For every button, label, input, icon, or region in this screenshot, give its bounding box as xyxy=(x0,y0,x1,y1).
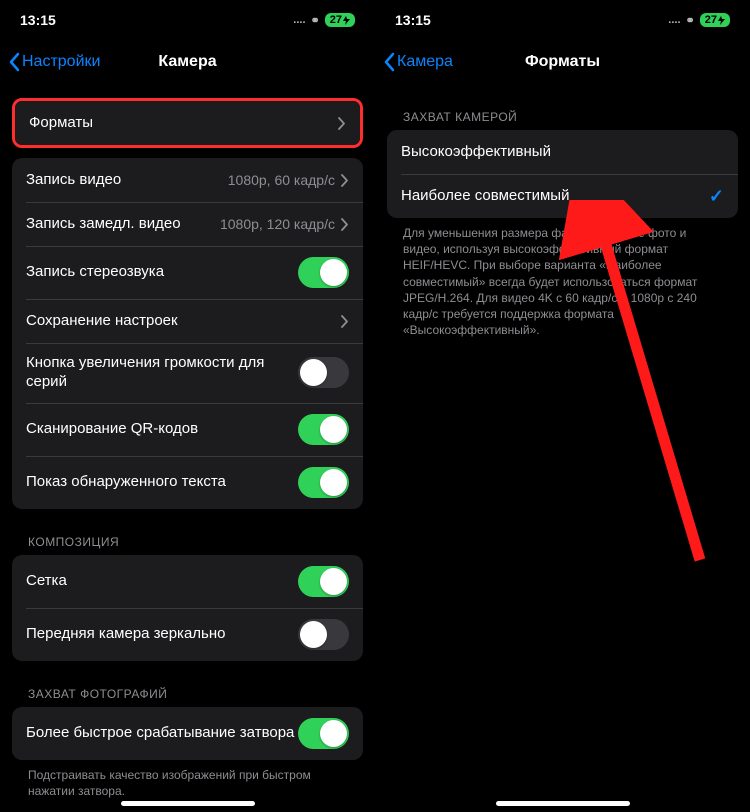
screen-camera-settings: 13:15 .... ⚭ 27 Настройки Камера Форматы… xyxy=(0,0,375,812)
section-footer-capture: Для уменьшения размера файла снимайте фо… xyxy=(375,218,750,338)
row-label: Запись стереозвука xyxy=(26,263,298,282)
toggle-grid[interactable] xyxy=(298,566,349,597)
status-indicators: .... ⚭ 27 xyxy=(668,13,730,27)
row-detail: 1080p, 120 кадр/с xyxy=(220,216,335,232)
link-icon: ⚭ xyxy=(686,14,695,27)
group-main: Запись видео 1080p, 60 кадр/с Запись зам… xyxy=(12,158,363,509)
chevron-right-icon xyxy=(341,174,349,187)
section-header-photo-capture: ЗАХВАТ ФОТОГРАФИЙ xyxy=(0,661,375,707)
row-label: Запись замедл. видео xyxy=(26,215,220,234)
row-label: Показ обнаруженного текста xyxy=(26,473,298,492)
back-button[interactable]: Камера xyxy=(383,52,453,72)
battery-indicator: 27 xyxy=(700,13,730,27)
back-label: Камера xyxy=(397,53,453,71)
home-indicator[interactable] xyxy=(496,801,630,806)
row-stereo[interactable]: Запись стереозвука xyxy=(12,246,363,299)
status-bar: 13:15 .... ⚭ 27 xyxy=(0,0,375,40)
chevron-right-icon xyxy=(341,315,349,328)
checkmark-icon: ✓ xyxy=(709,186,724,207)
row-volume-burst[interactable]: Кнопка увеличения громкости для серий xyxy=(12,343,363,403)
group-capture-format: Высокоэффективный Наиболее совместимый ✓ xyxy=(387,130,738,218)
status-indicators: .... ⚭ 27 xyxy=(293,13,355,27)
row-label: Более быстрое срабатывание затвора xyxy=(26,724,298,743)
row-label: Запись видео xyxy=(26,171,228,190)
chevron-left-icon xyxy=(383,52,395,72)
back-label: Настройки xyxy=(22,53,100,71)
row-most-compatible[interactable]: Наиболее совместимый ✓ xyxy=(387,174,738,218)
battery-indicator: 27 xyxy=(325,13,355,27)
row-high-efficiency[interactable]: Высокоэффективный xyxy=(387,130,738,174)
row-faster-shutter[interactable]: Более быстрое срабатывание затвора xyxy=(12,707,363,760)
toggle-qr[interactable] xyxy=(298,414,349,445)
group-photo-capture: Более быстрое срабатывание затвора xyxy=(12,707,363,760)
link-icon: ⚭ xyxy=(311,14,320,27)
row-detail: 1080p, 60 кадр/с xyxy=(228,172,335,188)
toggle-mirror-front[interactable] xyxy=(298,619,349,650)
home-indicator[interactable] xyxy=(121,801,255,806)
back-button[interactable]: Настройки xyxy=(8,52,100,72)
row-grid[interactable]: Сетка xyxy=(12,555,363,608)
screen-formats: 13:15 .... ⚭ 27 Камера Форматы ЗАХВАТ КА… xyxy=(375,0,750,812)
highlight-annotation: Форматы xyxy=(12,98,363,148)
row-label: Высокоэффективный xyxy=(401,143,724,162)
row-detected-text[interactable]: Показ обнаруженного текста xyxy=(12,456,363,509)
row-label: Сетка xyxy=(26,572,298,591)
row-mirror-front[interactable]: Передняя камера зеркально xyxy=(12,608,363,661)
group-composition: Сетка Передняя камера зеркально xyxy=(12,555,363,661)
section-header-composition: КОМПОЗИЦИЯ xyxy=(0,509,375,555)
chevron-right-icon xyxy=(338,117,346,130)
row-label: Сканирование QR-кодов xyxy=(26,420,298,439)
toggle-stereo[interactable] xyxy=(298,257,349,288)
nav-bar: Камера Форматы xyxy=(375,40,750,84)
row-label: Форматы xyxy=(29,114,338,133)
row-label: Кнопка увеличения громкости для серий xyxy=(26,354,298,392)
row-label: Передняя камера зеркально xyxy=(26,625,298,644)
chevron-right-icon xyxy=(341,218,349,231)
row-preserve-settings[interactable]: Сохранение настроек xyxy=(12,299,363,343)
status-time: 13:15 xyxy=(20,12,56,28)
row-record-video[interactable]: Запись видео 1080p, 60 кадр/с xyxy=(12,158,363,202)
chevron-left-icon xyxy=(8,52,20,72)
toggle-volume-burst[interactable] xyxy=(298,357,349,388)
row-qr-scan[interactable]: Сканирование QR-кодов xyxy=(12,403,363,456)
status-time: 13:15 xyxy=(395,12,431,28)
nav-bar: Настройки Камера xyxy=(0,40,375,84)
toggle-detected-text[interactable] xyxy=(298,467,349,498)
row-record-slomo[interactable]: Запись замедл. видео 1080p, 120 кадр/с xyxy=(12,202,363,246)
row-label: Сохранение настроек xyxy=(26,312,341,331)
section-footer-photo-capture: Подстраивать качество изображений при бы… xyxy=(0,760,375,799)
section-header-capture: ЗАХВАТ КАМЕРОЙ xyxy=(375,84,750,130)
status-bar: 13:15 .... ⚭ 27 xyxy=(375,0,750,40)
row-label: Наиболее совместимый xyxy=(401,187,709,206)
toggle-faster-shutter[interactable] xyxy=(298,718,349,749)
row-formats[interactable]: Форматы xyxy=(15,101,360,145)
